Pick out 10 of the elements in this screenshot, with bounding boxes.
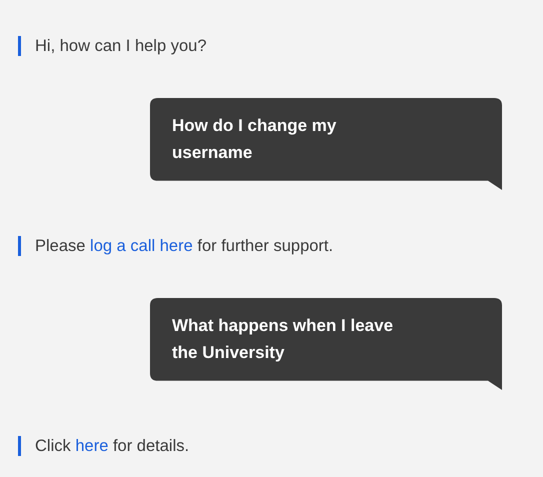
user-message: How do I change my username bbox=[172, 115, 338, 164]
bot-message: Please log a call here for further support. bbox=[35, 236, 334, 256]
message-marker bbox=[18, 36, 21, 56]
link[interactable]: log a call here bbox=[90, 236, 193, 254]
user-message: What happens when I leave the University bbox=[172, 315, 394, 364]
message-marker bbox=[18, 236, 21, 256]
bot-message: Hi, how can I help you? bbox=[35, 36, 207, 56]
message-marker bbox=[18, 436, 21, 456]
link[interactable]: here bbox=[75, 436, 108, 454]
bot-message: Click here for details. bbox=[35, 436, 190, 456]
